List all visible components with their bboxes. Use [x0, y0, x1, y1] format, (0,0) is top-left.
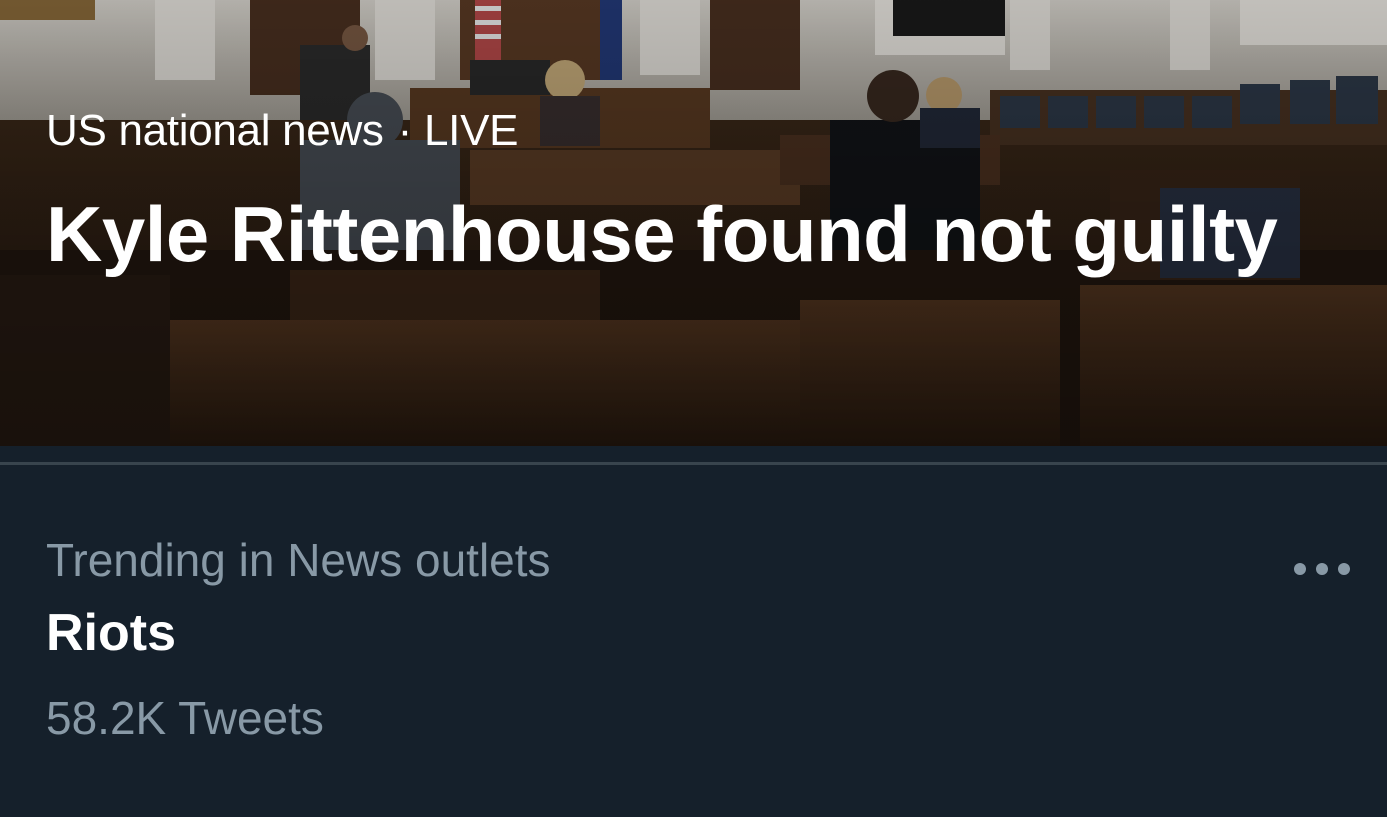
more-horizontal-icon: [1294, 563, 1350, 575]
trend-item[interactable]: Trending in News outlets Riots 58.2K Twe…: [0, 465, 1387, 817]
tweet-count: 58.2K Tweets: [46, 692, 324, 744]
live-label: LIVE: [423, 106, 519, 155]
trend-name[interactable]: Riots: [46, 603, 176, 663]
news-category: US national news: [46, 106, 384, 155]
news-hero-card[interactable]: US national news · LIVE Kyle Rittenhouse f…: [0, 0, 1387, 446]
meta-separator: ·: [397, 106, 413, 155]
trend-context: Trending in News outlets: [46, 534, 551, 586]
trends-screen: US national news · LIVE Kyle Rittenhouse f…: [0, 0, 1387, 817]
headline[interactable]: Kyle Rittenhouse found not guilty: [46, 188, 1326, 280]
more-options-button[interactable]: [1285, 551, 1359, 587]
hero-meta-line: US national news · LIVE: [46, 106, 518, 156]
